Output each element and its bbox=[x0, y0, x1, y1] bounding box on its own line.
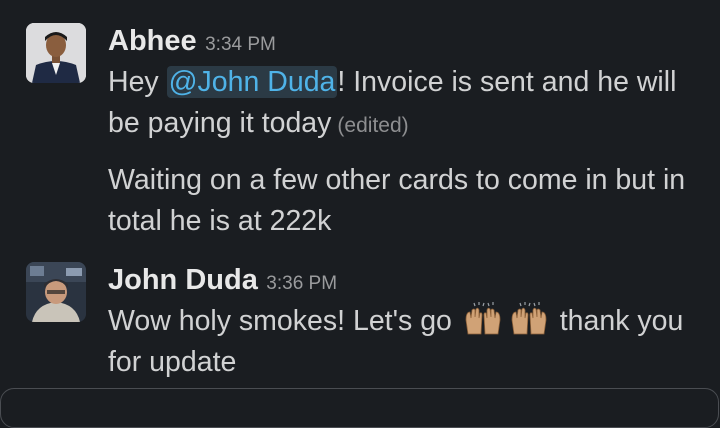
message-composer[interactable] bbox=[0, 388, 719, 428]
edited-label: (edited) bbox=[337, 114, 409, 137]
message-text: Hey @John Duda! Invoice is sent and he w… bbox=[108, 62, 708, 146]
author-name[interactable]: Abhee bbox=[108, 25, 197, 57]
person-in-suit-avatar-icon bbox=[26, 23, 86, 83]
message-text: Waiting on a few other cards to come in … bbox=[108, 160, 708, 242]
timestamp[interactable]: 3:36 PM bbox=[266, 273, 337, 294]
message-text-part: Waiting on a few other cards to come in … bbox=[108, 164, 686, 237]
selfie-avatar-icon bbox=[26, 262, 86, 322]
avatar-john-duda[interactable] bbox=[26, 262, 86, 322]
message-text-part: Hey bbox=[108, 66, 167, 98]
message-header: John Duda 3:36 PM bbox=[108, 264, 337, 297]
author-name[interactable]: John Duda bbox=[108, 264, 258, 296]
user-mention[interactable]: @John Duda bbox=[166, 66, 338, 98]
message-header: Abhee 3:34 PM bbox=[108, 25, 276, 58]
timestamp[interactable]: 3:34 PM bbox=[205, 34, 276, 55]
raising-hands-icon[interactable] bbox=[462, 302, 504, 336]
avatar-abhee[interactable] bbox=[26, 23, 86, 83]
message-text: Wow holy smokes! Let's go thank you for … bbox=[108, 301, 708, 383]
message-text-part: Wow holy smokes! Let's go bbox=[108, 305, 452, 337]
raising-hands-icon[interactable] bbox=[508, 302, 550, 336]
